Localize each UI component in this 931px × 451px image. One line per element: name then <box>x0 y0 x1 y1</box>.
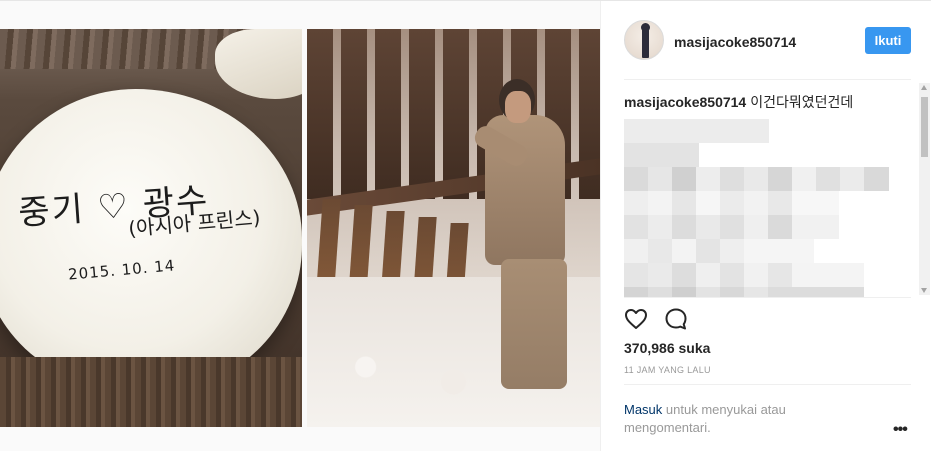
caption-username-link[interactable]: masijacoke850714 <box>624 94 746 110</box>
wood-plank <box>409 29 435 199</box>
more-options-button[interactable]: ••• <box>893 421 908 439</box>
speech-bubble-icon[interactable] <box>663 306 689 332</box>
pixel-block <box>624 167 889 191</box>
rock-corner <box>215 29 302 99</box>
soldier-legs <box>501 259 567 389</box>
follow-button[interactable]: Ikuti <box>865 27 911 54</box>
post-side-panel: masijacoke850714 Ikuti masijacoke850714 이… <box>600 1 931 451</box>
photo-signed-rock: 중기 ♡ 광수 (아시아 프린스) 2015. 10. 14 <box>0 29 302 427</box>
divider <box>624 297 911 298</box>
divider <box>624 384 911 385</box>
avatar[interactable] <box>624 20 664 60</box>
bark-base <box>0 357 302 427</box>
scroll-up-arrow-icon[interactable] <box>921 85 927 90</box>
wood-plank <box>307 29 333 199</box>
username-link[interactable]: masijacoke850714 <box>674 34 796 50</box>
pixel-block <box>624 239 814 263</box>
wood-plank <box>341 29 367 199</box>
soldier-figure <box>471 79 587 389</box>
post-media: 중기 ♡ 광수 (아시아 프린스) 2015. 10. 14 <box>0 1 600 451</box>
pixel-block <box>624 287 864 297</box>
scroll-down-arrow-icon[interactable] <box>921 288 927 293</box>
heart-outline-icon[interactable] <box>623 306 649 332</box>
wood-plank <box>443 29 469 199</box>
login-link[interactable]: Masuk <box>624 402 662 417</box>
likes-count[interactable]: 370,986 suka <box>624 340 710 356</box>
scroll-thumb[interactable] <box>921 97 928 157</box>
soldier-face <box>505 91 531 123</box>
pixelated-comment-block <box>624 119 894 297</box>
login-prompt: Masuk untuk menyukai atau mengomentari. <box>624 401 844 437</box>
pixel-block <box>624 215 839 239</box>
pixel-block <box>624 191 839 215</box>
comments-area[interactable]: masijacoke850714 이건다뭐였던건데 <box>624 87 919 297</box>
photo-soldier-writing <box>307 29 600 427</box>
wood-plank <box>375 29 401 199</box>
caption-text: 이건다뭐였던건데 <box>750 94 854 110</box>
divider <box>624 79 911 80</box>
caption: masijacoke850714 이건다뭐였던건데 <box>624 93 919 111</box>
avatar-figure <box>642 26 649 58</box>
pixel-block <box>624 143 699 167</box>
post-header: masijacoke850714 Ikuti <box>601 1 931 79</box>
post-timestamp[interactable]: 11 JAM YANG LALU <box>624 365 711 375</box>
instagram-post: 중기 ♡ 광수 (아시아 프린스) 2015. 10. 14 masijacok… <box>0 0 931 451</box>
comments-scrollbar[interactable] <box>919 83 930 295</box>
pixel-block <box>624 263 864 287</box>
pixel-block <box>624 119 769 143</box>
